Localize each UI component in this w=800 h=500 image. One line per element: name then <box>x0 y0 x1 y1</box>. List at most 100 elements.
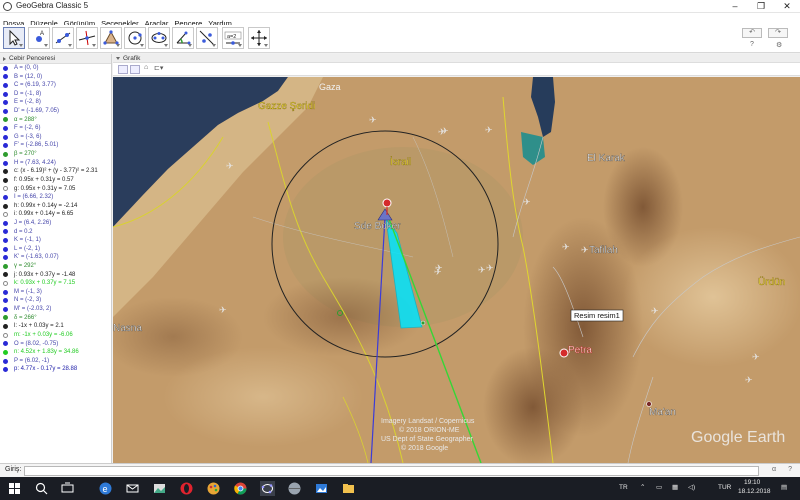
algebra-item[interactable]: g: 0.95x + 0.31y = 7.05 <box>0 185 111 194</box>
windows-start-icon[interactable] <box>7 481 22 496</box>
slider-tool-button[interactable]: a=2 <box>222 27 244 49</box>
visibility-toggle-icon[interactable] <box>3 306 8 312</box>
task-view-icon[interactable] <box>60 481 75 496</box>
circle-tool-button[interactable] <box>124 27 146 49</box>
visibility-toggle-icon[interactable] <box>3 281 8 287</box>
symbol-alpha-button[interactable]: α <box>772 466 776 473</box>
reflect-tool-button[interactable] <box>196 27 218 49</box>
graphics-canvas[interactable]: ✈ ✈ ✈ ✈ ✈ ✈ ✈ ✈ ✈ ✈ ✈ ✈ ✈ ✈ ✈ ✈ Gaza Gaz… <box>113 77 800 463</box>
visibility-toggle-icon[interactable] <box>3 237 8 243</box>
visibility-toggle-icon[interactable] <box>3 298 8 304</box>
input-help-button[interactable]: ? <box>788 466 792 473</box>
algebra-item[interactable]: d = 0.2 <box>0 228 111 237</box>
language-indicator[interactable]: TR <box>619 484 628 491</box>
algebra-item[interactable]: F' = (-2.86, 5.01) <box>0 141 111 150</box>
polygon-tool-button[interactable] <box>100 27 122 49</box>
visibility-toggle-icon[interactable] <box>3 177 8 183</box>
visibility-toggle-icon[interactable] <box>3 272 8 278</box>
sphere-app-icon[interactable] <box>287 481 302 496</box>
home-icon[interactable]: ⌂ <box>144 64 148 71</box>
map-pin-maan[interactable] <box>646 401 652 407</box>
algebra-item[interactable]: F = (-2, 6) <box>0 124 111 133</box>
algebra-item[interactable]: O = (8.02, -0.75) <box>0 340 111 349</box>
algebra-item[interactable]: m: -1x + 0.03y = -6.06 <box>0 331 111 340</box>
graphics-view-header[interactable]: Grafik <box>113 54 800 63</box>
point-capture-icon[interactable]: ⊏▾ <box>154 64 163 72</box>
algebra-item[interactable]: M' = (-2.03, 2) <box>0 305 111 314</box>
clock-date[interactable]: 18.12.2018 <box>738 488 771 495</box>
geogebra-taskbar-icon[interactable] <box>260 481 275 496</box>
mail-icon[interactable] <box>125 481 140 496</box>
map-pin-petra[interactable] <box>559 348 569 358</box>
toggle-axes-button[interactable] <box>118 65 128 74</box>
algebra-item[interactable]: K' = (-1.63, 0.07) <box>0 253 111 262</box>
visibility-toggle-icon[interactable] <box>3 212 8 218</box>
algebra-item[interactable]: h: 0.99x + 0.14y = -2.14 <box>0 202 111 211</box>
help-icon[interactable]: ? <box>750 41 754 48</box>
visibility-toggle-icon[interactable] <box>3 134 8 140</box>
algebra-item[interactable]: α = 288° <box>0 116 111 125</box>
visibility-toggle-icon[interactable] <box>3 100 8 106</box>
algebra-item[interactable]: D' = (-1.69, 7.05) <box>0 107 111 116</box>
minimize-button[interactable]: – <box>722 0 748 13</box>
algebra-item[interactable]: G = (-3, 6) <box>0 133 111 142</box>
visibility-toggle-icon[interactable] <box>3 83 8 89</box>
algebra-item[interactable]: K = (-1, 1) <box>0 236 111 245</box>
image-viewer-icon[interactable] <box>314 481 329 496</box>
search-icon[interactable] <box>34 481 49 496</box>
visibility-toggle-icon[interactable] <box>3 65 8 71</box>
visibility-toggle-icon[interactable] <box>3 169 8 175</box>
toggle-grid-button[interactable] <box>130 65 140 74</box>
visibility-toggle-icon[interactable] <box>3 367 8 373</box>
algebra-item[interactable]: j: 0.93x + 0.37y = -1.48 <box>0 271 111 280</box>
map-pin-sde-boker[interactable] <box>382 198 392 208</box>
close-button[interactable]: ✕ <box>774 0 800 13</box>
visibility-toggle-icon[interactable] <box>3 117 8 123</box>
algebra-item[interactable]: P = (6.02, -1) <box>0 357 111 366</box>
visibility-toggle-icon[interactable] <box>3 91 8 97</box>
photos-icon[interactable] <box>152 481 167 496</box>
algebra-item[interactable]: J = (6.4, 2.26) <box>0 219 111 228</box>
visibility-toggle-icon[interactable] <box>3 255 8 261</box>
visibility-toggle-icon[interactable] <box>3 194 8 200</box>
algebra-item[interactable]: D = (-1, 8) <box>0 90 111 99</box>
conic-tool-button[interactable] <box>148 27 170 49</box>
tray-up-arrow-icon[interactable]: ⌃ <box>640 483 645 491</box>
visibility-toggle-icon[interactable] <box>3 289 8 295</box>
algebra-item[interactable]: E = (-2, 8) <box>0 98 111 107</box>
clock-time[interactable]: 19:10 <box>744 479 760 486</box>
input-field[interactable] <box>24 466 759 476</box>
undo-button[interactable]: ↶ <box>742 28 762 38</box>
algebra-item[interactable]: I = (6.66, 2.32) <box>0 193 111 202</box>
algebra-item[interactable]: M = (-1, 3) <box>0 288 111 297</box>
visibility-toggle-icon[interactable] <box>3 220 8 226</box>
line-tool-button[interactable] <box>52 27 74 49</box>
perpendicular-tool-button[interactable] <box>76 27 98 49</box>
algebra-item[interactable]: c: (x - 6.19)² + (y - 3.77)² = 2.31 <box>0 167 111 176</box>
algebra-item[interactable]: B = (12, 0) <box>0 73 111 82</box>
algebra-item[interactable]: γ = 292° <box>0 262 111 271</box>
visibility-toggle-icon[interactable] <box>3 358 8 364</box>
visibility-toggle-icon[interactable] <box>3 151 8 157</box>
move-tool-button[interactable] <box>3 27 25 49</box>
visibility-toggle-icon[interactable] <box>3 263 8 269</box>
keyboard-layout-indicator[interactable]: TUR <box>718 484 731 491</box>
visibility-toggle-icon[interactable] <box>3 229 8 235</box>
point-tool-button[interactable]: A <box>28 27 50 49</box>
algebra-item[interactable]: k: 0.93x + 0.37y = 7.15 <box>0 279 111 288</box>
visibility-toggle-icon[interactable] <box>3 186 8 192</box>
paint-icon[interactable] <box>206 481 221 496</box>
redo-button[interactable]: ↷ <box>768 28 788 38</box>
visibility-toggle-icon[interactable] <box>3 332 8 338</box>
visibility-toggle-icon[interactable] <box>3 74 8 80</box>
algebra-item[interactable]: A = (0, 0) <box>0 64 111 73</box>
notifications-icon[interactable]: ▤ <box>781 483 787 491</box>
opera-icon[interactable] <box>179 481 194 496</box>
visibility-toggle-icon[interactable] <box>3 324 8 330</box>
algebra-item[interactable]: L = (-2, 1) <box>0 245 111 254</box>
visibility-toggle-icon[interactable] <box>3 108 8 114</box>
network-icon[interactable]: ▦ <box>672 483 678 491</box>
visibility-toggle-icon[interactable] <box>3 349 8 355</box>
visibility-toggle-icon[interactable] <box>3 246 8 252</box>
visibility-toggle-icon[interactable] <box>3 315 8 321</box>
